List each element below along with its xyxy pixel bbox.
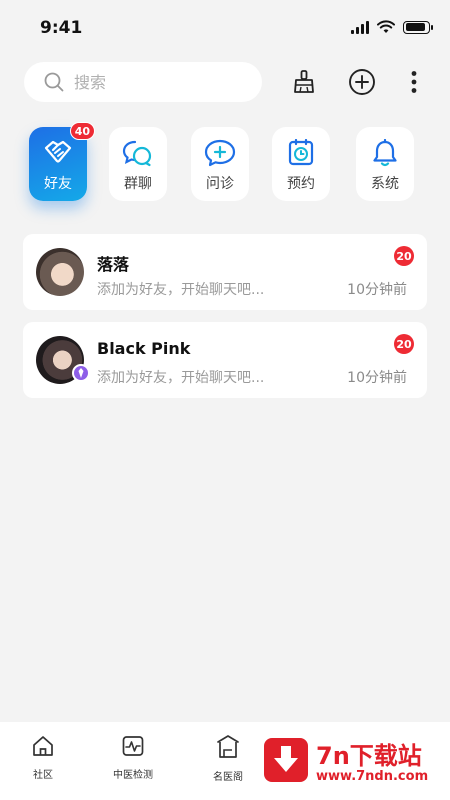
status-icons [351, 20, 433, 34]
pulse-icon [122, 736, 144, 756]
tab-tcm-test[interactable]: 中医检测 [98, 734, 168, 781]
search-bar[interactable] [24, 62, 262, 102]
chat-plus-icon [204, 139, 236, 167]
header [24, 62, 434, 102]
category-row: 好友 40 群聊 问诊 预约 系统 [29, 122, 419, 201]
watermark-title: 7n下载站 [316, 742, 422, 770]
tab-label: 名医阁 [213, 772, 243, 783]
vip-badge-icon [72, 364, 90, 382]
unread-badge: 20 [394, 246, 414, 266]
more-vertical-icon [411, 71, 417, 93]
tab-label: 社区 [33, 770, 53, 781]
category-badge: 40 [69, 122, 95, 140]
category-label: 群聊 [124, 176, 152, 192]
category-label: 问诊 [206, 176, 234, 192]
watermark-logo: 7n下载站 www.7ndn.com [264, 738, 442, 790]
plus-circle-icon [349, 69, 375, 95]
wifi-icon [377, 20, 395, 33]
unread-badge: 20 [394, 334, 414, 354]
signal-icon [351, 20, 369, 34]
conversation-name: Black Pink [97, 339, 191, 358]
category-label: 好友 [44, 176, 72, 192]
conversation-list: 落落 添加为好友，开始聊天吧... 10分钟前 20 Black Pink 添加… [23, 234, 427, 410]
category-label: 预约 [287, 176, 315, 192]
category-group-chat[interactable]: 群聊 [109, 127, 167, 201]
status-bar: 9:41 [0, 0, 450, 56]
search-input[interactable] [74, 72, 234, 92]
search-icon [44, 72, 64, 92]
watermark-url: www.7ndn.com [316, 769, 429, 784]
conversation-message: 添加为好友，开始聊天吧... [97, 282, 265, 298]
tab-community[interactable]: 社区 [8, 734, 78, 781]
chat-bubbles-icon [122, 140, 152, 167]
handshake-icon [44, 140, 72, 163]
tab-label: 中医检测 [113, 770, 153, 781]
category-consultation[interactable]: 问诊 [191, 127, 249, 201]
category-friends[interactable]: 好友 40 [29, 122, 95, 201]
category-appointment[interactable]: 预约 [272, 127, 330, 201]
avatar[interactable] [36, 248, 84, 296]
broom-icon [294, 70, 314, 93]
clear-button[interactable] [288, 66, 320, 98]
category-system[interactable]: 系统 [356, 127, 414, 201]
conversation-message: 添加为好友，开始聊天吧... [97, 370, 265, 386]
more-button[interactable] [398, 66, 430, 98]
add-button[interactable] [346, 66, 378, 98]
conversation-time: 10分钟前 [347, 282, 407, 298]
status-time: 9:41 [40, 18, 83, 38]
pavilion-icon [217, 735, 239, 758]
download-arrow-icon [264, 738, 308, 782]
list-item[interactable]: Black Pink 添加为好友，开始聊天吧... 10分钟前 20 [23, 322, 427, 398]
bell-icon [373, 139, 397, 167]
clock-icon [288, 139, 314, 166]
tab-famous-doctors[interactable]: 名医阁 [193, 734, 263, 783]
battery-icon [403, 20, 433, 34]
category-label: 系统 [371, 176, 399, 192]
conversation-name: 落落 [97, 255, 130, 274]
list-item[interactable]: 落落 添加为好友，开始聊天吧... 10分钟前 20 [23, 234, 427, 310]
conversation-time: 10分钟前 [347, 370, 407, 386]
house-icon [33, 736, 53, 756]
